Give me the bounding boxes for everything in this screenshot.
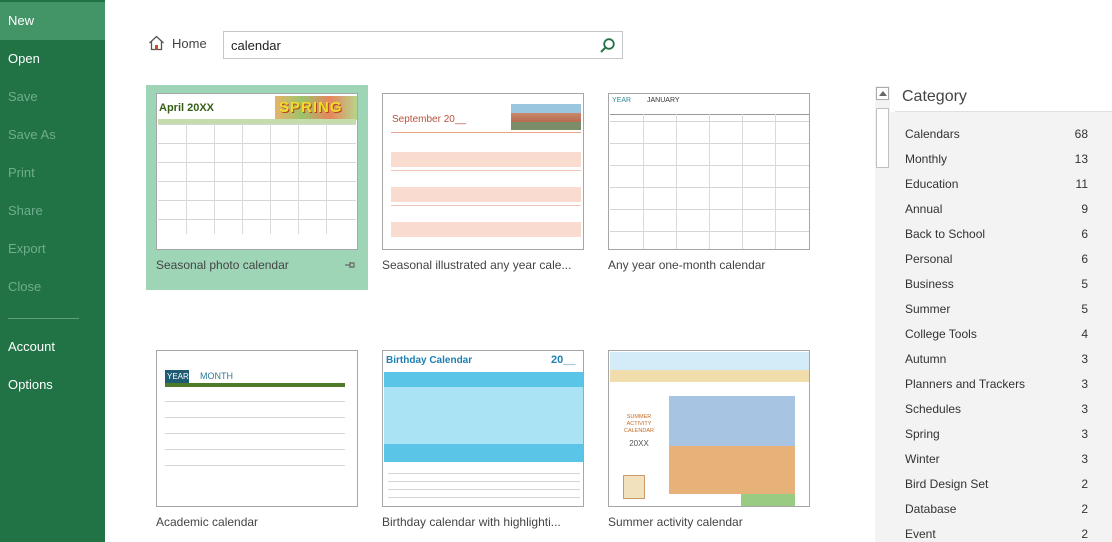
nav-account[interactable]: Account xyxy=(0,328,105,366)
template-search-box xyxy=(223,31,623,59)
nav-new[interactable]: New xyxy=(0,2,105,40)
template-label: Academic calendar xyxy=(156,515,259,529)
category-item-database[interactable]: Database 2 xyxy=(890,496,1112,521)
nav-export: Export xyxy=(8,241,46,256)
template-preview: SUMMER ACTIVITY CALENDAR 20XX xyxy=(608,350,810,507)
template-preview: April 20XX SPRING xyxy=(156,93,358,250)
scroll-up-icon[interactable] xyxy=(876,87,889,100)
category-item-summer[interactable]: Summer 5 xyxy=(890,296,1112,321)
nav-divider xyxy=(8,318,79,319)
beach-illustration xyxy=(610,352,809,382)
category-title: Category xyxy=(902,88,967,105)
new-backstage-view: New Open Save Save As Print Share Export… xyxy=(0,0,1112,542)
preview-title: April 20XX xyxy=(159,102,215,114)
nav-options[interactable]: Options xyxy=(0,366,105,404)
preview-month: JANUARY xyxy=(647,97,680,104)
template-label: Seasonal photo calendar xyxy=(156,258,289,272)
template-label: Any year one-month calendar xyxy=(608,258,766,272)
template-preview: Birthday Calendar 20__ xyxy=(382,350,584,507)
category-item-education[interactable]: Education 11 xyxy=(890,171,1112,196)
category-item-calendars[interactable]: Calendars 68 xyxy=(890,121,1112,146)
magnifier-icon[interactable] xyxy=(599,37,616,54)
preview-title: Birthday Calendar xyxy=(386,355,473,366)
spring-photo-banner: SPRING xyxy=(275,96,357,120)
preview-month: MONTH xyxy=(200,371,233,381)
category-item-autumn[interactable]: Autumn 3 xyxy=(890,346,1112,371)
preview-year: YEAR xyxy=(612,97,632,104)
town-illustration xyxy=(511,104,581,130)
nav-close: Close xyxy=(8,279,42,294)
house-icon xyxy=(149,35,164,51)
banner-text: SPRING xyxy=(279,99,343,116)
category-item-business[interactable]: Business 5 xyxy=(890,271,1112,296)
scroll-thumb[interactable] xyxy=(876,108,889,168)
category-item-college-tools[interactable]: College Tools 4 xyxy=(890,321,1112,346)
category-item-personal[interactable]: Personal 6 xyxy=(890,246,1112,271)
preview-year: YEAR xyxy=(165,370,189,383)
template-tile-summer-activity[interactable]: SUMMER ACTIVITY CALENDAR 20XX Summer act… xyxy=(598,342,820,542)
template-tile-seasonal-photo[interactable]: April 20XX SPRING Seasonal photo calenda… xyxy=(146,85,368,290)
template-preview: September 20__ xyxy=(382,93,584,250)
category-item-spring[interactable]: Spring 3 xyxy=(890,421,1112,446)
preview-heading: SUMMER ACTIVITY CALENDAR xyxy=(624,414,654,434)
home-label: Home xyxy=(172,35,207,51)
pin-icon[interactable] xyxy=(344,259,356,271)
preview-year: 20XX xyxy=(629,439,649,448)
template-label: Birthday calendar with highlighti... xyxy=(382,515,561,529)
category-item-back-to-school[interactable]: Back to School 6 xyxy=(890,221,1112,246)
treasure-map-illustration xyxy=(623,475,645,499)
template-tile-any-year-one-month[interactable]: YEAR JANUARY Any year one-month calendar xyxy=(598,85,820,290)
nav-print: Print xyxy=(8,165,35,180)
nav-save-as: Save As xyxy=(8,127,56,142)
home-link[interactable]: Home xyxy=(148,35,207,51)
category-item-winter[interactable]: Winter 3 xyxy=(890,446,1112,471)
category-scrollbar[interactable] xyxy=(875,86,890,542)
nav-save: Save xyxy=(8,89,38,104)
template-preview: YEAR JANUARY xyxy=(608,93,810,250)
preview-year: 20__ xyxy=(551,354,576,366)
category-item-annual[interactable]: Annual 9 xyxy=(890,196,1112,221)
nav-share: Share xyxy=(8,203,43,218)
template-tile-seasonal-illustrated[interactable]: September 20__ Seasonal illustrated any … xyxy=(372,85,594,290)
template-preview: YEAR MONTH xyxy=(156,350,358,507)
category-item-schedules[interactable]: Schedules 3 xyxy=(890,396,1112,421)
search-input[interactable] xyxy=(231,36,591,55)
category-item-event[interactable]: Event 2 xyxy=(890,521,1112,542)
template-label: Summer activity calendar xyxy=(608,515,743,529)
nav-open[interactable]: Open xyxy=(0,40,105,78)
backstage-nav: New Open Save Save As Print Share Export… xyxy=(0,0,105,542)
preview-title: September 20__ xyxy=(392,114,466,125)
category-item-planners-and-trackers[interactable]: Planners and Trackers 3 xyxy=(890,371,1112,396)
template-tile-birthday[interactable]: Birthday Calendar 20__ Birthday calendar… xyxy=(372,342,594,542)
template-tile-academic[interactable]: YEAR MONTH Academic calendar xyxy=(146,342,368,542)
category-item-monthly[interactable]: Monthly 13 xyxy=(890,146,1112,171)
template-label: Seasonal illustrated any year cale... xyxy=(382,258,572,272)
category-item-bird-design-set[interactable]: Bird Design Set 2 xyxy=(890,471,1112,496)
